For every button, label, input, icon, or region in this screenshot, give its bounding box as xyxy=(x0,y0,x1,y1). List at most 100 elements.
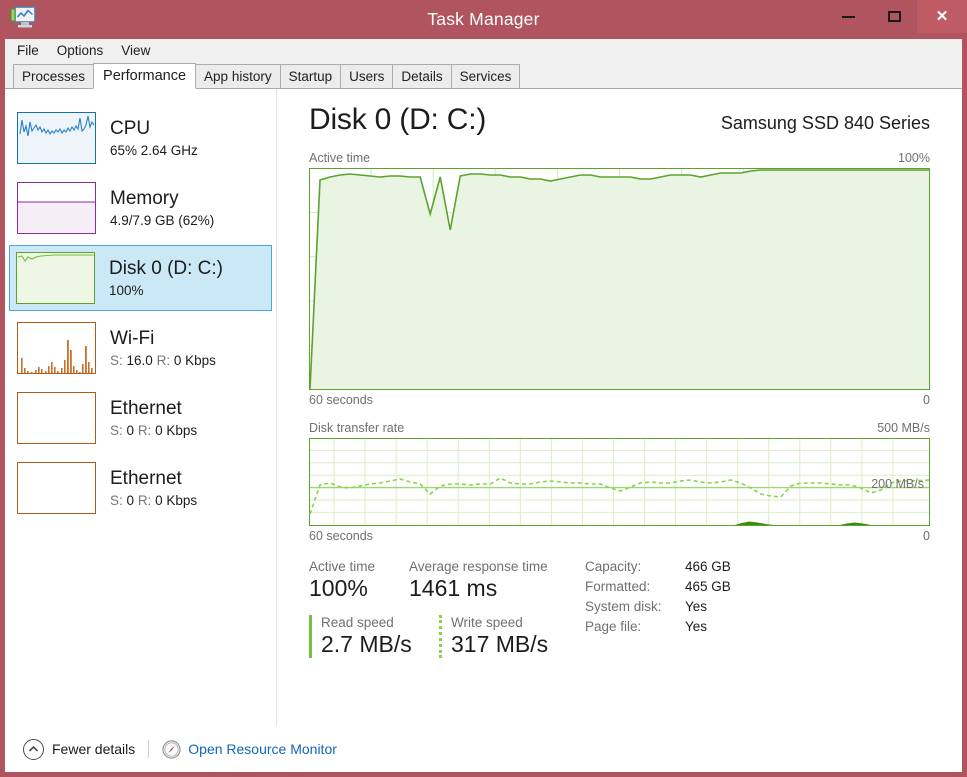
fewer-details-label: Fewer details xyxy=(52,741,136,757)
stat-active-time-value: 100% xyxy=(309,575,368,601)
eth2-send-label: S: xyxy=(110,492,123,508)
eth1-recv-value: 0 Kbps xyxy=(155,422,198,438)
stat-active-time-label: Active time xyxy=(309,559,376,574)
wifi-recv-value: 0 Kbps xyxy=(173,352,216,368)
open-resource-monitor-link[interactable]: Open Resource Monitor xyxy=(162,739,337,759)
sidebar-item-wifi[interactable]: Wi-Fi S: 16.0 R: 0 Kbps xyxy=(11,315,270,381)
window-title: Task Manager xyxy=(427,9,540,29)
memory-thumbnail-chart xyxy=(17,182,96,234)
disk-thumbnail-chart xyxy=(16,252,95,304)
stat-read-speed-label: Read speed xyxy=(321,615,394,631)
sidebar-item-ethernet-2[interactable]: Ethernet S: 0 R: 0 Kbps xyxy=(11,455,270,521)
sidebar-item-disk-0[interactable]: Disk 0 (D: C:) 100% xyxy=(9,245,272,311)
active-time-chart-min: 0 xyxy=(923,393,930,407)
stat-avg-response-value: 1461 ms xyxy=(409,575,498,601)
stats-primary-row: Active time 100% Average response time 1… xyxy=(309,559,581,601)
stat-read-speed: Read speed 2.7 MB/s xyxy=(309,615,439,658)
transfer-rate-chart-max: 500 MB/s xyxy=(877,421,930,435)
device-name: Samsung SSD 840 Series xyxy=(720,113,930,133)
active-time-chart-svg xyxy=(309,168,930,390)
maximize-button[interactable] xyxy=(871,0,917,33)
menu-file[interactable]: File xyxy=(17,41,48,60)
info-capacity-label: Capacity: xyxy=(585,559,642,574)
task-manager-icon xyxy=(9,5,39,31)
stats-speed-row: Read speed 2.7 MB/s Write speed 317 MB/s xyxy=(309,615,581,658)
stat-read-speed-value: 2.7 MB/s xyxy=(321,631,412,658)
info-system-disk-value: Yes xyxy=(685,599,708,614)
tab-services[interactable]: Services xyxy=(450,64,521,89)
sidebar-cpu-name: CPU xyxy=(110,118,151,140)
transfer-rate-chart-labels: Disk transfer rate 500 MB/s xyxy=(309,421,930,435)
fewer-details-button[interactable]: Fewer details xyxy=(23,738,136,760)
active-time-chart-block: Active time 100% 60 seconds 0 xyxy=(309,151,930,407)
stat-active-time: Active time 100% xyxy=(309,559,409,601)
resource-monitor-label: Open Resource Monitor xyxy=(188,741,337,757)
main-header: Disk 0 (D: C:) Samsung SSD 840 Series xyxy=(309,103,930,137)
info-system-disk-label: System disk: xyxy=(585,599,662,614)
menu-bar: File Options View xyxy=(5,39,962,63)
transfer-rate-chart-time: 60 seconds xyxy=(309,529,373,543)
wifi-thumbnail-chart xyxy=(17,322,96,374)
footer-separator xyxy=(148,740,150,758)
close-button[interactable]: ✕ xyxy=(917,0,967,33)
info-page-file-label: Page file: xyxy=(585,619,642,634)
active-time-chart-labels: Active time 100% xyxy=(309,151,930,165)
footer-bar: Fewer details Open Resource Monitor xyxy=(5,726,962,772)
sidebar-memory-name: Memory xyxy=(110,188,179,210)
stats-section: Active time 100% Average response time 1… xyxy=(309,559,930,658)
eth1-send-value: 0 xyxy=(126,422,135,438)
active-time-chart-time: 60 seconds xyxy=(309,393,373,407)
info-page-file-value: Yes xyxy=(685,619,708,634)
info-capacity-value: 466 GB xyxy=(685,559,731,574)
resource-sidebar: CPU 65% 2.64 GHz Memory 4.9/7.9 GB (62%)… xyxy=(5,89,277,726)
sidebar-cpu-text: CPU 65% 2.64 GHz xyxy=(110,118,198,158)
tab-processes[interactable]: Processes xyxy=(13,64,95,89)
wifi-recv-label: R: xyxy=(156,352,171,368)
info-formatted-label: Formatted: xyxy=(585,579,651,594)
eth1-recv-label: R: xyxy=(137,422,152,438)
transfer-rate-chart-frame: 200 MB/s xyxy=(309,438,930,526)
tab-startup[interactable]: Startup xyxy=(279,64,342,89)
transfer-rate-chart-block: Disk transfer rate 500 MB/s 200 MB/s 60 … xyxy=(309,421,930,543)
sidebar-wifi-sub: S: 16.0 R: 0 Kbps xyxy=(110,353,216,368)
chevron-up-circle-icon xyxy=(23,738,44,760)
sidebar-cpu-sub: 65% 2.64 GHz xyxy=(110,142,198,158)
sidebar-disk-name: Disk 0 (D: C:) xyxy=(109,258,223,280)
transfer-rate-chart-svg xyxy=(309,438,930,526)
disk-info-panel: Capacity: 466 GB Formatted: 465 GB Syste… xyxy=(585,559,731,658)
sidebar-ethernet1-name: Ethernet xyxy=(110,398,182,420)
sidebar-item-cpu[interactable]: CPU 65% 2.64 GHz xyxy=(11,105,270,171)
maximize-icon xyxy=(887,11,901,22)
stats-left-column: Active time 100% Average response time 1… xyxy=(309,559,581,658)
minimize-button[interactable] xyxy=(825,0,871,33)
stat-write-speed-label: Write speed xyxy=(451,615,523,631)
window-controls: ✕ xyxy=(825,0,967,33)
menu-options[interactable]: Options xyxy=(57,41,113,60)
disk-info-grid: Capacity: 466 GB Formatted: 465 GB Syste… xyxy=(585,559,731,634)
sidebar-item-ethernet-1[interactable]: Ethernet S: 0 R: 0 Kbps xyxy=(11,385,270,451)
info-formatted-value: 465 GB xyxy=(685,579,731,594)
close-icon: ✕ xyxy=(935,8,949,25)
eth2-recv-value: 0 Kbps xyxy=(155,492,198,508)
page-title: Disk 0 (D: C:) xyxy=(309,103,487,136)
cpu-thumbnail-chart xyxy=(17,112,96,164)
tab-performance[interactable]: Performance xyxy=(93,63,197,89)
resource-monitor-icon xyxy=(162,739,181,759)
transfer-rate-chart-footer: 60 seconds 0 xyxy=(309,529,930,543)
stat-write-speed-value: 317 MB/s xyxy=(451,631,549,658)
ethernet1-thumbnail-chart xyxy=(17,392,96,444)
tab-users[interactable]: Users xyxy=(340,64,394,89)
sidebar-memory-sub: 4.9/7.9 GB (62%) xyxy=(110,212,215,228)
sidebar-disk-sub: 100% xyxy=(109,282,144,298)
sidebar-item-memory[interactable]: Memory 4.9/7.9 GB (62%) xyxy=(11,175,270,241)
transfer-rate-annotation: 200 MB/s xyxy=(871,476,924,491)
wifi-send-label: S: xyxy=(110,352,123,368)
tab-details[interactable]: Details xyxy=(392,64,452,89)
ethernet2-thumbnail-chart xyxy=(17,462,96,514)
sidebar-wifi-name: Wi-Fi xyxy=(110,328,155,350)
content-body: CPU 65% 2.64 GHz Memory 4.9/7.9 GB (62%)… xyxy=(5,89,962,726)
active-time-chart-label: Active time xyxy=(309,151,371,165)
tab-app-history[interactable]: App history xyxy=(195,64,281,89)
title-bar: Task Manager ✕ xyxy=(0,0,967,39)
menu-view[interactable]: View xyxy=(121,41,159,60)
